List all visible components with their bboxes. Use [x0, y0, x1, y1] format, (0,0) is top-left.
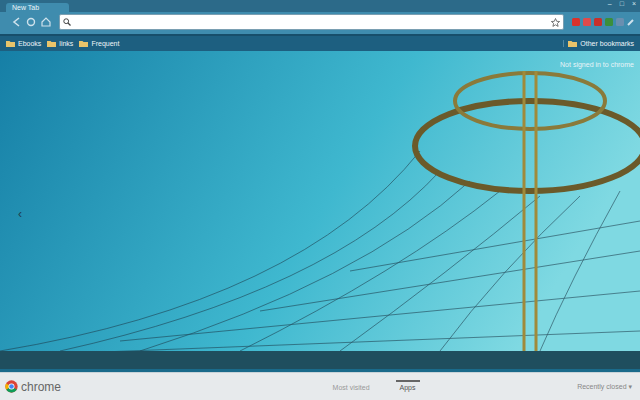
footer-section[interactable]: Apps: [396, 380, 420, 393]
previous-page-arrow[interactable]: ‹: [18, 207, 22, 221]
footer-section[interactable]: Most visited: [329, 380, 374, 393]
extension-icon[interactable]: [604, 17, 614, 27]
recently-closed-menu[interactable]: Recently closed ▾: [577, 383, 632, 391]
folder-icon: [79, 40, 88, 47]
chrome-icon: [5, 380, 18, 393]
search-icon: [63, 18, 71, 26]
star-icon[interactable]: [551, 18, 560, 27]
back-icon[interactable]: [10, 16, 22, 28]
bookmarks-bar: Ebooks links Frequent Other bookmarks: [0, 34, 640, 51]
folder-icon: [568, 40, 577, 47]
wrench-icon[interactable]: [626, 17, 636, 27]
new-tab-page: Not signed in to chrome ‹: [0, 51, 640, 372]
window-control-button[interactable]: –: [604, 0, 616, 8]
other-bookmarks[interactable]: Other bookmarks: [563, 40, 634, 47]
browser-window: New Tab –□× Ebooks links Frequent Other bookm…: [0, 0, 640, 400]
window-control-button[interactable]: ×: [628, 0, 640, 8]
reload-icon[interactable]: [25, 16, 37, 28]
footer-bar: chrome Most visited Apps Recently closed ▾: [0, 372, 640, 400]
extension-icon[interactable]: [571, 17, 581, 27]
bookmark-folder[interactable]: Frequent: [79, 40, 119, 47]
bookmark-folder[interactable]: links: [47, 40, 73, 47]
background-photo: [0, 51, 640, 369]
address-bar[interactable]: [59, 14, 564, 30]
folder-icon: [47, 40, 56, 47]
window-controls: –□×: [604, 0, 640, 8]
home-icon[interactable]: [40, 16, 52, 28]
chrome-logo: chrome: [5, 380, 61, 394]
toolbar: [0, 12, 640, 34]
window-control-button[interactable]: □: [616, 0, 628, 8]
bookmark-folder[interactable]: Ebooks: [6, 40, 41, 47]
extension-icon[interactable]: [582, 17, 592, 27]
extension-icon[interactable]: [615, 17, 625, 27]
sign-in-status[interactable]: Not signed in to chrome: [560, 61, 634, 68]
folder-icon: [6, 40, 15, 47]
tab-strip: New Tab –□×: [0, 0, 640, 12]
extension-icon[interactable]: [593, 17, 603, 27]
tab[interactable]: New Tab: [6, 3, 69, 12]
